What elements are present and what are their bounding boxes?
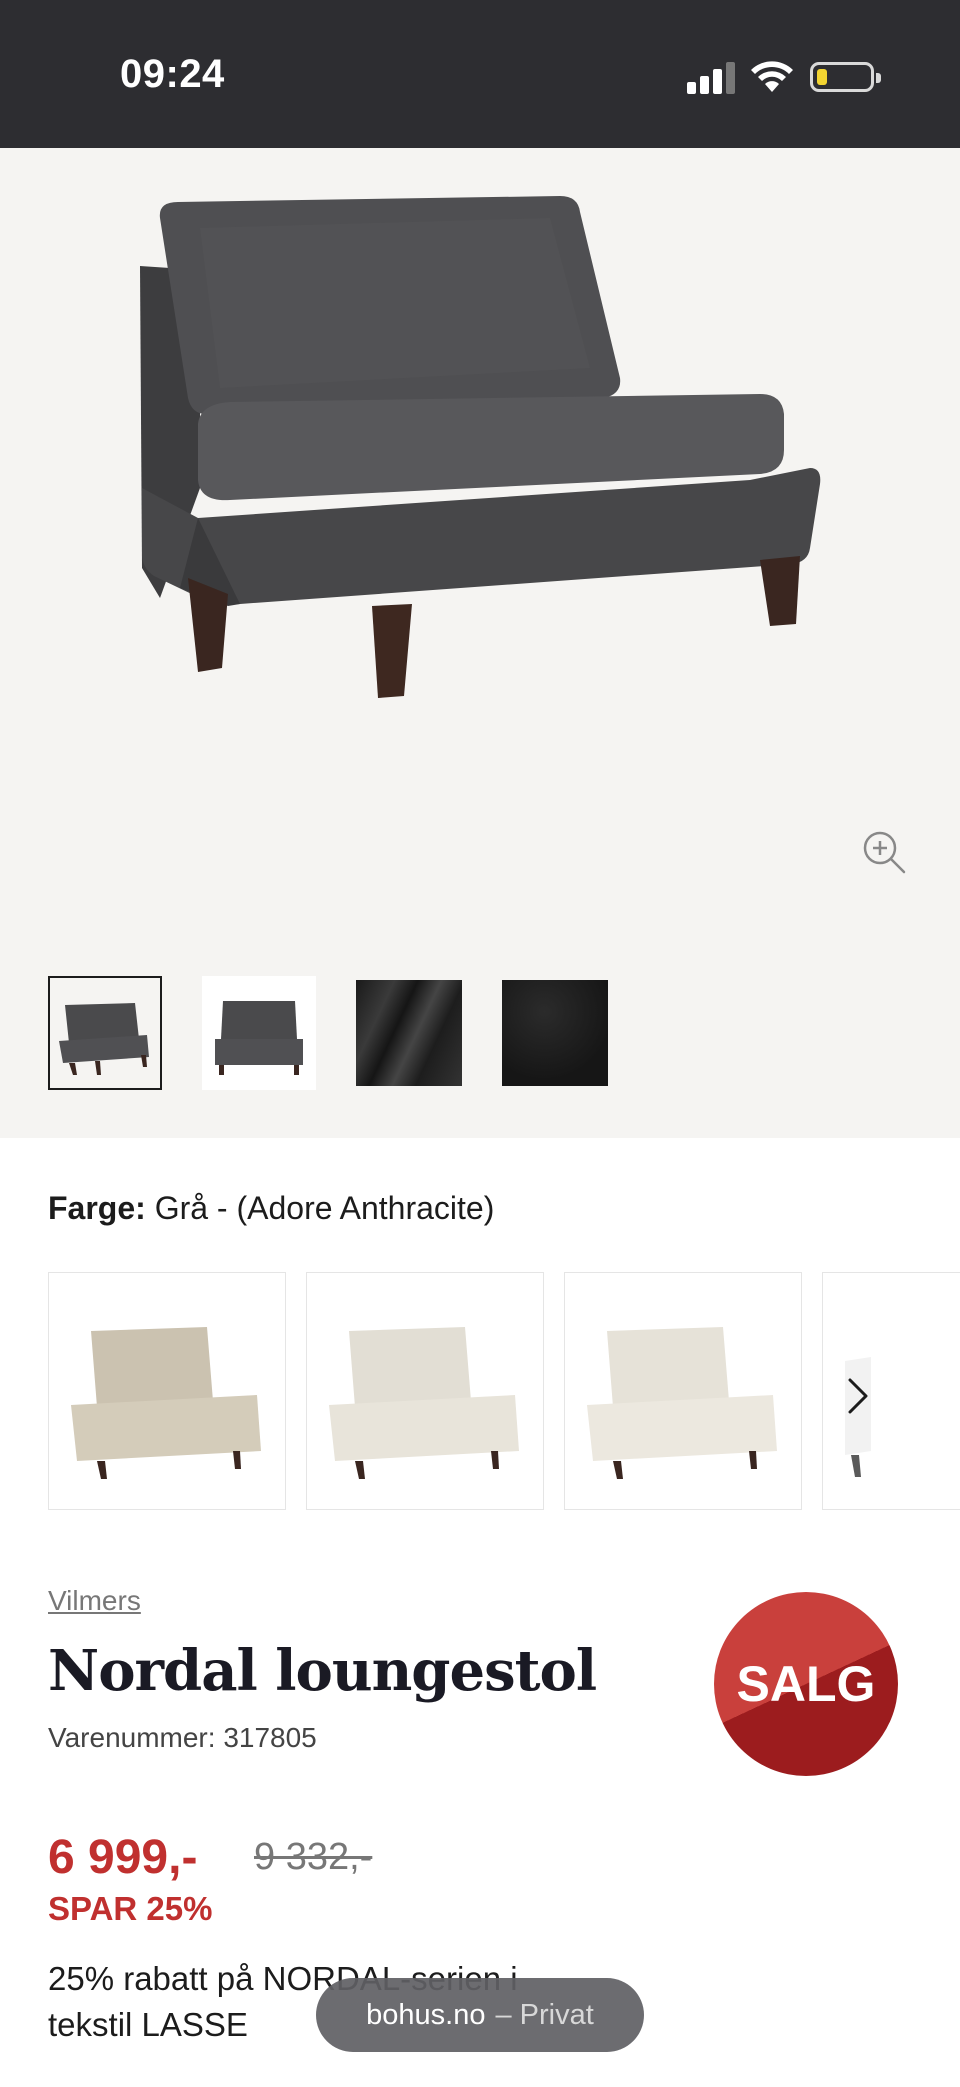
thumbnail-fabric-drape[interactable]: [356, 980, 462, 1086]
browser-domain: bohus.no: [366, 1998, 486, 2031]
brand-link[interactable]: Vilmers: [48, 1585, 141, 1617]
thumbnail-fabric-swatch[interactable]: [502, 980, 608, 1086]
browser-mode: – Privat: [495, 1998, 594, 2031]
product-title: Nordal loungestol: [48, 1638, 597, 1704]
color-swatch-carousel[interactable]: [48, 1272, 960, 1512]
savings-label: SPAR 25%: [48, 1890, 213, 1927]
status-time: 09:24: [120, 52, 225, 96]
battery-icon: [810, 62, 881, 92]
original-price: 9 332,-: [254, 1836, 373, 1878]
color-swatch-cream[interactable]: [564, 1272, 802, 1510]
thumbnail-chair-front[interactable]: [202, 976, 316, 1090]
color-label: Farge: Grå - (Adore Anthracite): [48, 1190, 494, 1227]
product-sku: Varenummer: 317805: [48, 1722, 317, 1753]
sale-badge: SALG: [714, 1592, 898, 1776]
color-swatch-offwhite[interactable]: [306, 1272, 544, 1510]
browser-address-pill[interactable]: bohus.no – Privat: [316, 1978, 644, 2052]
color-label-title: Farge:: [48, 1190, 146, 1226]
color-swatch-beige[interactable]: [48, 1272, 286, 1510]
zoom-icon[interactable]: [860, 828, 908, 876]
chevron-right-icon[interactable]: [840, 1372, 876, 1420]
current-price: 6 999,-: [48, 1831, 198, 1884]
cellular-signal-icon: [687, 62, 735, 94]
wifi-icon: [751, 61, 793, 92]
thumbnail-strip: [48, 976, 608, 1090]
product-gallery[interactable]: [0, 148, 960, 1138]
thumbnail-chair-angle[interactable]: [48, 976, 162, 1090]
product-main-image[interactable]: [120, 188, 840, 808]
color-value: Grå - (Adore Anthracite): [154, 1190, 495, 1226]
status-bar: 09:24: [0, 0, 960, 148]
